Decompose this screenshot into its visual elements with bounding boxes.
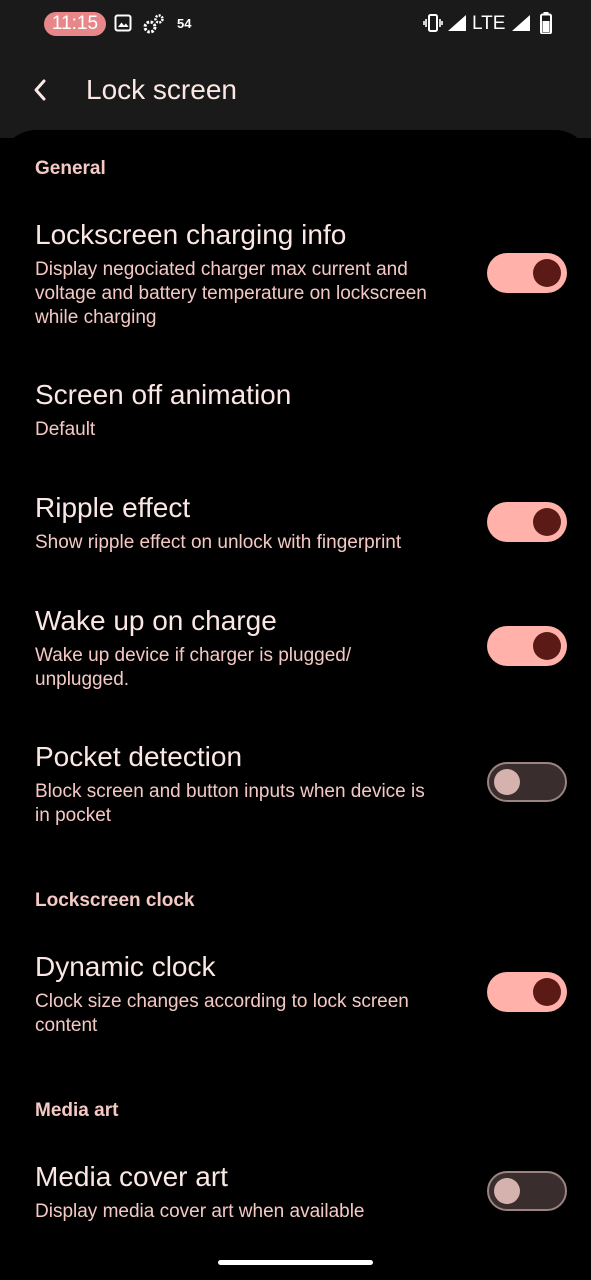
- back-button[interactable]: [20, 70, 60, 110]
- ripple-effect-switch[interactable]: [487, 502, 567, 542]
- pref-summary: Display negociated charger max current a…: [35, 259, 427, 328]
- back-arrow-icon: [34, 79, 46, 101]
- section-header-media-art: Media art: [35, 1100, 119, 1121]
- pref-pocket-detection[interactable]: Pocket detection Block screen and button…: [0, 740, 591, 830]
- pref-dynamic-clock[interactable]: Dynamic clock Clock size changes accordi…: [0, 950, 591, 1040]
- switch-thumb: [533, 632, 561, 660]
- pref-summary: Wake up device if charger is plugged/ un…: [35, 645, 352, 690]
- switch-thumb: [494, 1178, 520, 1204]
- charging-info-switch[interactable]: [487, 253, 567, 293]
- pref-media-cover-art[interactable]: Media cover art Display media cover art …: [0, 1160, 591, 1230]
- vibrate-icon: [423, 14, 443, 37]
- settings-list[interactable]: General Lockscreen charging info Display…: [0, 130, 591, 1280]
- switch-thumb: [533, 508, 561, 536]
- wake-on-charge-switch[interactable]: [487, 626, 567, 666]
- pref-summary: Default: [35, 419, 96, 440]
- pref-summary: Block screen and button inputs when devi…: [35, 781, 425, 826]
- switch-thumb: [533, 978, 561, 1006]
- pref-summary: Clock size changes according to lock scr…: [35, 991, 409, 1036]
- media-cover-art-switch[interactable]: [487, 1171, 567, 1211]
- pref-summary: Display media cover art when available: [35, 1201, 365, 1222]
- gallery-icon: [114, 14, 132, 37]
- pref-title: Media cover art: [35, 1161, 228, 1192]
- pref-ripple-effect[interactable]: Ripple effect Show ripple effect on unlo…: [0, 491, 591, 561]
- switch-thumb: [533, 259, 561, 287]
- dynamic-clock-switch[interactable]: [487, 972, 567, 1012]
- network-type: LTE: [472, 13, 506, 34]
- status-time: 11:15: [44, 12, 106, 36]
- signal-icon-2: [511, 14, 531, 37]
- page-title: Lock screen: [86, 74, 237, 105]
- battery-icon: [540, 12, 552, 39]
- pref-title: Wake up on charge: [35, 605, 277, 636]
- pref-title: Ripple effect: [35, 492, 191, 523]
- pref-summary: Show ripple effect on unlock with finger…: [35, 532, 402, 553]
- app-bar: Lock screen: [0, 48, 591, 138]
- pref-lockscreen-charging-info[interactable]: Lockscreen charging info Display negocia…: [0, 218, 591, 338]
- gesture-nav-handle[interactable]: [218, 1260, 373, 1265]
- section-header-lockscreen-clock: Lockscreen clock: [35, 890, 195, 911]
- notification-count: 54: [177, 16, 192, 31]
- settings-gear-icon: [143, 14, 165, 39]
- pref-wake-up-on-charge[interactable]: Wake up on charge Wake up device if char…: [0, 604, 591, 694]
- pref-screen-off-animation[interactable]: Screen off animation Default: [0, 378, 591, 448]
- pref-title: Dynamic clock: [35, 951, 216, 982]
- pref-title: Screen off animation: [35, 379, 292, 410]
- section-header-general: General: [35, 158, 106, 176]
- pref-title: Pocket detection: [35, 741, 243, 772]
- signal-icon: [447, 14, 467, 37]
- pref-title: Lockscreen charging info: [35, 219, 347, 250]
- pocket-detection-switch[interactable]: [487, 762, 567, 802]
- switch-thumb: [494, 769, 520, 795]
- status-bar: 11:15 54 LTE: [0, 0, 591, 48]
